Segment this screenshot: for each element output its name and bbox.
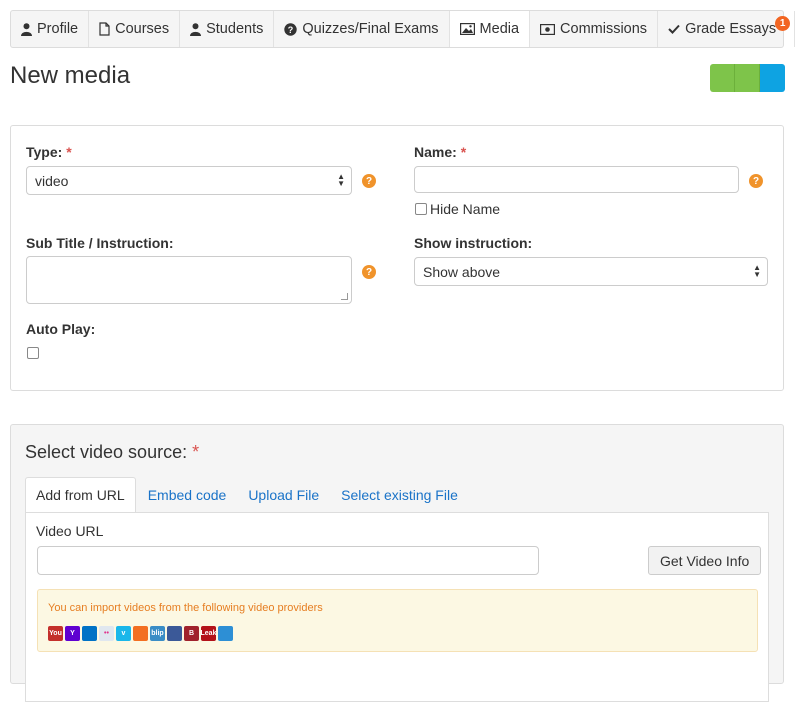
source-tabs: Add from URL Embed code Upload File Sele… — [25, 477, 470, 512]
show-instruction-value: Show above — [423, 263, 501, 280]
check-icon — [668, 24, 680, 34]
provider-icons: You Y •• v blip B Leak — [48, 626, 235, 641]
yahoo-icon: Y — [65, 626, 80, 641]
tab-upload-file[interactable]: Upload File — [238, 477, 329, 512]
notification-badge: 1 — [775, 16, 791, 31]
help-icon[interactable]: ? — [362, 174, 376, 188]
cone-icon — [167, 626, 182, 641]
user-icon — [190, 22, 202, 36]
blip-icon: blip — [150, 626, 165, 641]
show-instruction-label: Show instruction: — [414, 235, 533, 251]
blue-button[interactable] — [760, 64, 785, 92]
autoplay-label: Auto Play: — [26, 321, 96, 337]
tab-embed-code[interactable]: Embed code — [138, 477, 237, 512]
name-input[interactable] — [414, 166, 739, 193]
logout-button[interactable] — [795, 11, 800, 47]
top-nav: Profile Courses Students ? Quizzes/Final… — [10, 10, 796, 48]
svg-text:?: ? — [288, 25, 294, 35]
nav-item-grade-essays[interactable]: Grade Essays 1 — [658, 11, 796, 47]
nav-item-students[interactable]: Students — [180, 11, 275, 47]
select-arrows-icon: ▲ ▼ — [337, 172, 345, 188]
type-select-value: video — [35, 172, 69, 189]
tab-content: Video URL Get Video Info You can import … — [25, 512, 769, 702]
get-video-info-button[interactable]: Get Video Info — [648, 546, 762, 575]
nav-label: Grade Essays — [685, 21, 777, 37]
b-icon: B — [184, 626, 199, 641]
nav-item-courses[interactable]: Courses — [89, 11, 181, 47]
user-icon — [21, 22, 32, 36]
youtube-icon: You — [48, 626, 63, 641]
video-source-title: Select video source: * — [25, 442, 200, 462]
show-instruction-select[interactable]: Show above ▲ ▼ — [414, 257, 768, 286]
help-icon[interactable]: ? — [749, 174, 763, 188]
hide-name-checkbox[interactable] — [415, 203, 427, 215]
subtitle-label: Sub Title / Instruction: — [26, 235, 174, 251]
required-mark: * — [460, 144, 467, 160]
green-button-1[interactable] — [710, 64, 735, 92]
vimeo-icon: v — [116, 626, 131, 641]
providers-alert: You can import videos from the following… — [37, 589, 758, 652]
money-icon — [540, 23, 556, 35]
nav-item-media[interactable]: Media — [449, 11, 531, 47]
chat-icon — [218, 626, 233, 641]
file-icon — [99, 22, 110, 36]
video-url-label: Video URL — [36, 523, 104, 539]
type-label: Type: * — [26, 144, 72, 160]
autoplay-checkbox[interactable] — [27, 347, 39, 359]
select-arrows-icon: ▲ ▼ — [753, 263, 761, 279]
resize-handle[interactable] — [341, 293, 348, 300]
flickr-icon: •• — [99, 626, 114, 641]
required-mark: * — [192, 442, 200, 462]
hide-name-label: Hide Name — [430, 201, 501, 217]
name-label: Name: * — [414, 144, 467, 160]
image-icon — [459, 23, 475, 35]
providers-text: You can import videos from the following… — [48, 602, 323, 614]
nav-label: Profile — [37, 21, 79, 37]
nav-label: Media — [479, 21, 520, 37]
nav-label: Commissions — [560, 21, 648, 37]
video-source-panel: Select video source: * Add from URL Embe… — [10, 424, 784, 702]
nav-item-commissions[interactable]: Commissions — [530, 11, 659, 47]
media-settings-panel: Type: * video ▲ ▼ ? Name: * ? Hide Name S… — [10, 125, 784, 391]
help-icon[interactable]: ? — [362, 265, 376, 279]
nav-label: Students — [206, 21, 264, 37]
subtitle-textarea[interactable] — [26, 256, 352, 304]
nav-label: Courses — [115, 21, 170, 37]
page-title: New media — [10, 62, 131, 89]
nav-label: Quizzes/Final Exams — [302, 21, 439, 37]
msn-icon — [82, 626, 97, 641]
revver-icon — [133, 626, 148, 641]
required-mark: * — [66, 144, 72, 160]
color-buttons — [710, 64, 785, 92]
video-url-input[interactable] — [37, 546, 539, 575]
type-select[interactable]: video ▲ ▼ — [26, 166, 352, 195]
tab-select-existing-file[interactable]: Select existing File — [331, 477, 468, 512]
green-button-2[interactable] — [735, 64, 760, 92]
nav-item-quizzes[interactable]: ? Quizzes/Final Exams — [274, 11, 450, 47]
question-circle-icon: ? — [284, 22, 298, 36]
liveleak-icon: Leak — [201, 626, 216, 641]
tab-add-from-url[interactable]: Add from URL — [25, 477, 136, 512]
nav-item-profile[interactable]: Profile — [11, 11, 90, 47]
